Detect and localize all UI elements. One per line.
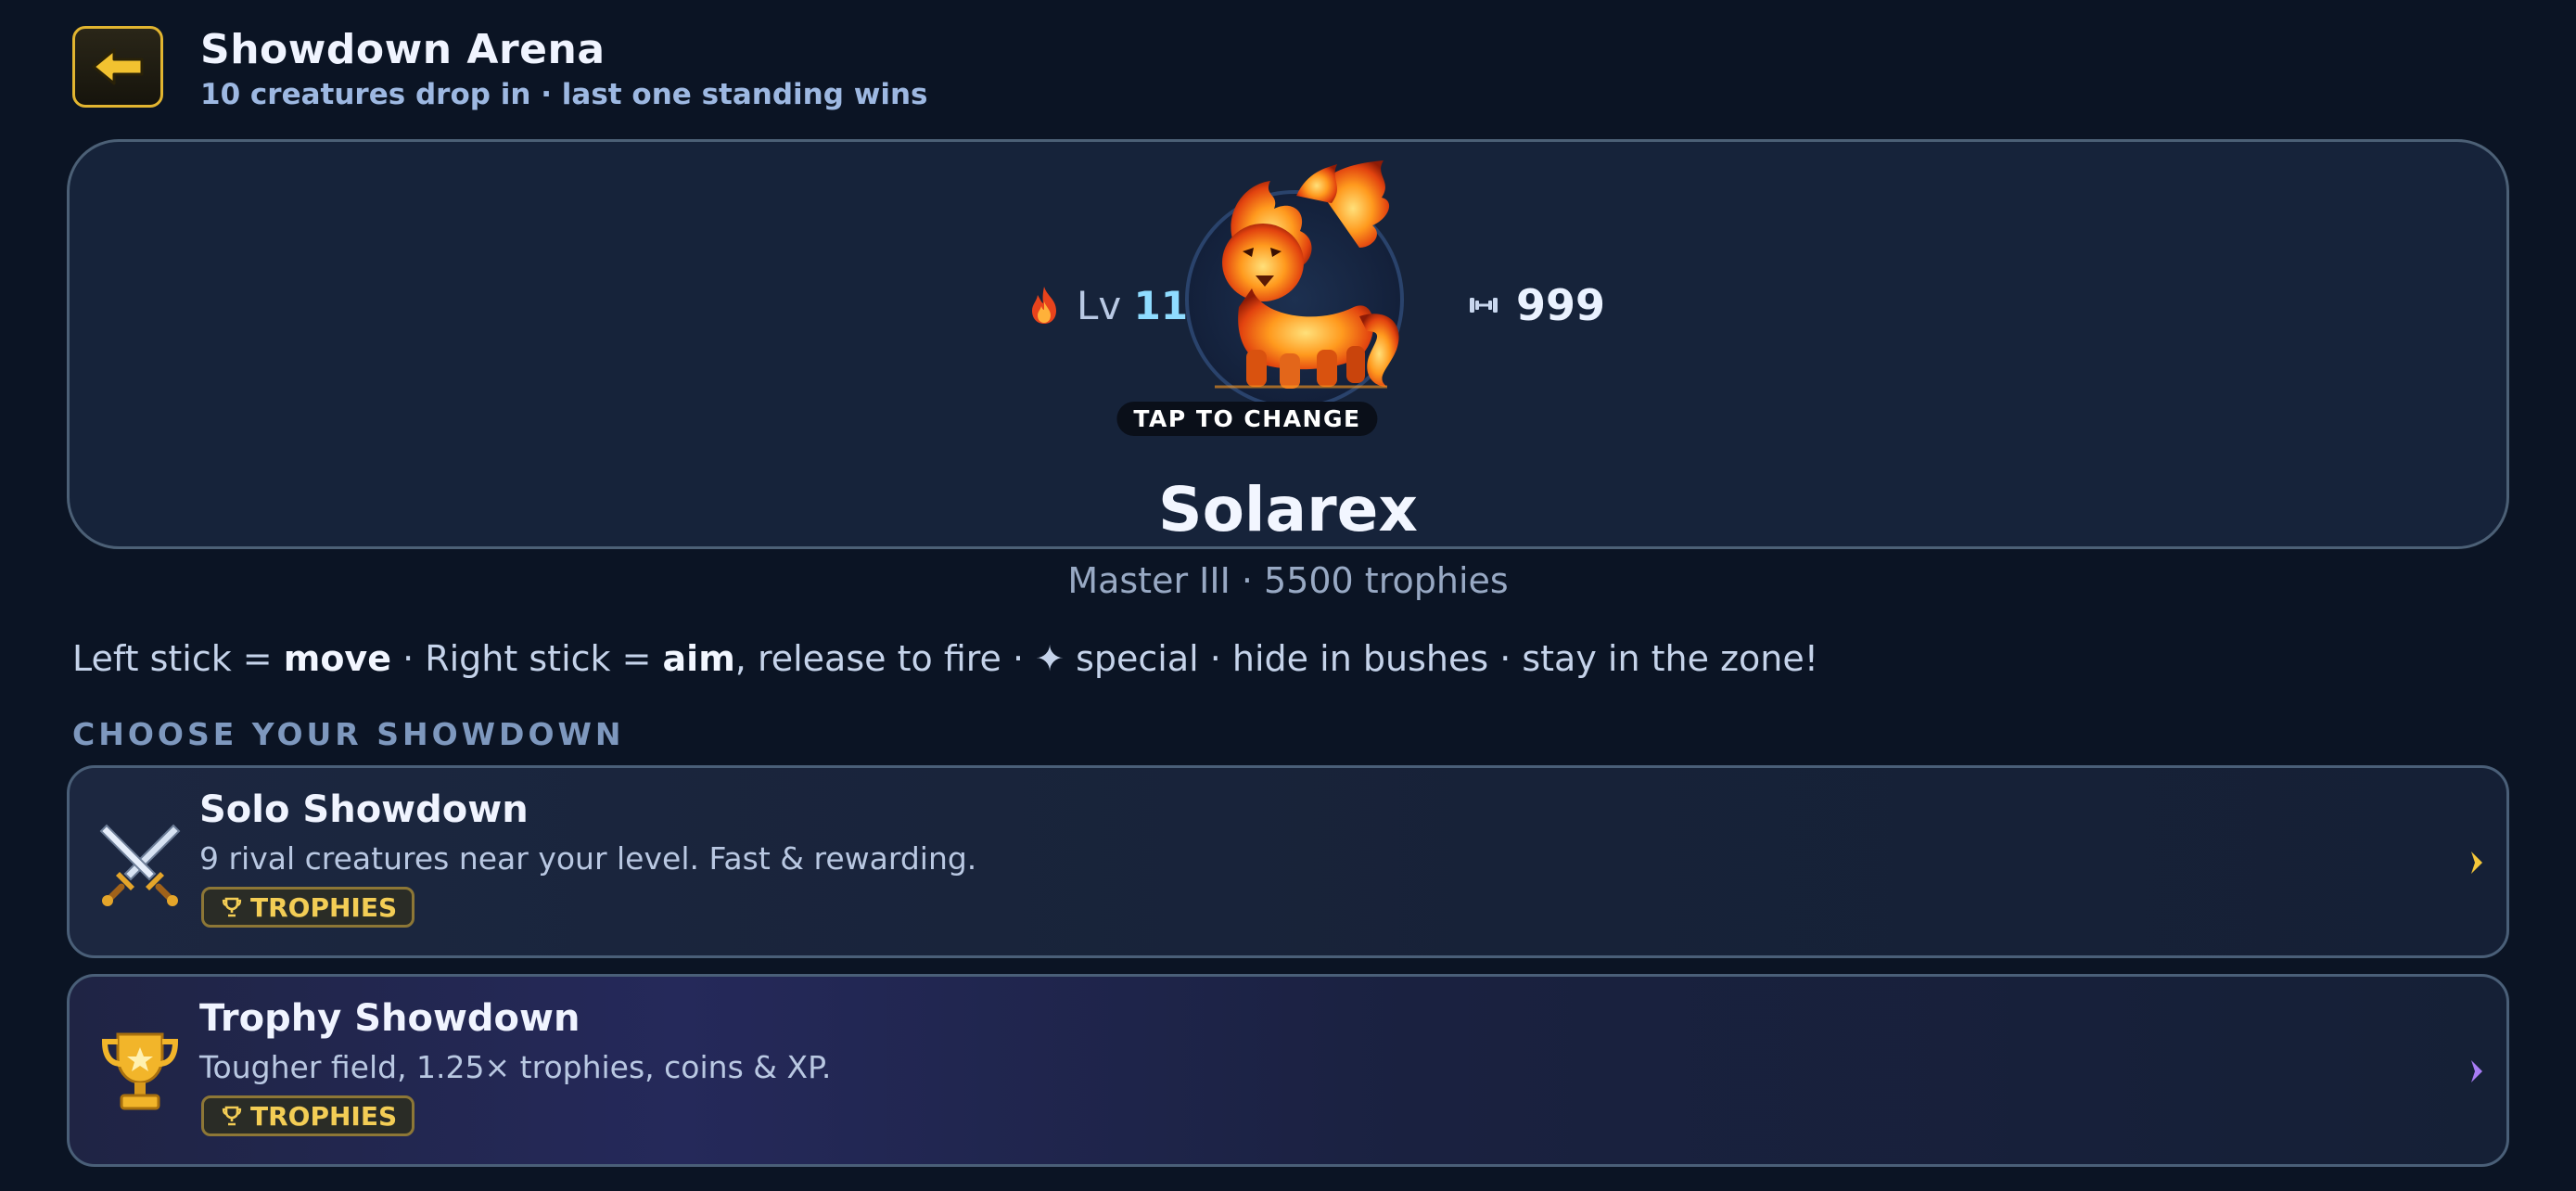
- dumbbell-icon: [1470, 298, 1498, 313]
- trophy-icon: [222, 1106, 242, 1126]
- power-value: 999: [1516, 280, 1606, 330]
- header: Showdown Arena 10 creatures drop in · la…: [72, 26, 1463, 111]
- trophies-badge: TROPHIES: [201, 1095, 415, 1136]
- badge-label: TROPHIES: [250, 1100, 398, 1132]
- trophy-cup-icon: [101, 1032, 179, 1110]
- page-subtitle: 10 creatures drop in · last one standing…: [200, 78, 928, 111]
- mode-card-trophy[interactable]: Trophy Showdown Tougher field, 1.25× tro…: [67, 974, 2509, 1167]
- controls-hint: Left stick = move · Right stick = aim, r…: [72, 638, 1818, 679]
- trophy-icon: [222, 897, 242, 917]
- chevron-right-icon: [2471, 852, 2482, 874]
- tap-to-change-label[interactable]: TAP TO CHANGE: [1116, 402, 1378, 436]
- trophies-badge: TROPHIES: [201, 887, 415, 928]
- controls-text-3: , release to fire · ✦ special · hide in …: [734, 638, 1818, 679]
- back-button[interactable]: [72, 26, 163, 108]
- arrow-left-icon: [92, 48, 144, 85]
- mode-description: 9 rival creatures near your level. Fast …: [199, 840, 977, 877]
- section-heading: CHOOSE YOUR SHOWDOWN: [72, 716, 625, 752]
- mode-title: Trophy Showdown: [199, 997, 580, 1040]
- chevron-right-icon: [2471, 1060, 2482, 1082]
- creature-panel[interactable]: Lv 11 TAP TO CHANGE 999 Solarex: [67, 139, 2509, 549]
- mode-card-solo[interactable]: Solo Showdown 9 rival creatures near you…: [67, 765, 2509, 958]
- fire-lion-creature-image: [1215, 160, 1399, 389]
- creature-power: 999: [1468, 277, 1605, 333]
- level-label: Lv: [1077, 282, 1122, 328]
- fire-element-icon: [1032, 287, 1056, 324]
- controls-text-2: · Right stick =: [390, 638, 663, 679]
- creature-name: Solarex: [1158, 474, 1418, 545]
- mode-description: Tougher field, 1.25× trophies, coins & X…: [199, 1049, 832, 1085]
- controls-move: move: [283, 638, 391, 679]
- page-title: Showdown Arena: [200, 26, 606, 73]
- controls-aim: aim: [662, 638, 735, 679]
- creature-rank: Master III · 5500 trophies: [1067, 560, 1509, 601]
- creature-portrait[interactable]: [1178, 159, 1409, 409]
- creature-level: Lv 11: [1028, 277, 1188, 333]
- crossed-swords-icon: [99, 824, 181, 906]
- mode-title: Solo Showdown: [199, 788, 529, 831]
- controls-text-1: Left stick =: [72, 638, 284, 679]
- badge-label: TROPHIES: [250, 891, 398, 923]
